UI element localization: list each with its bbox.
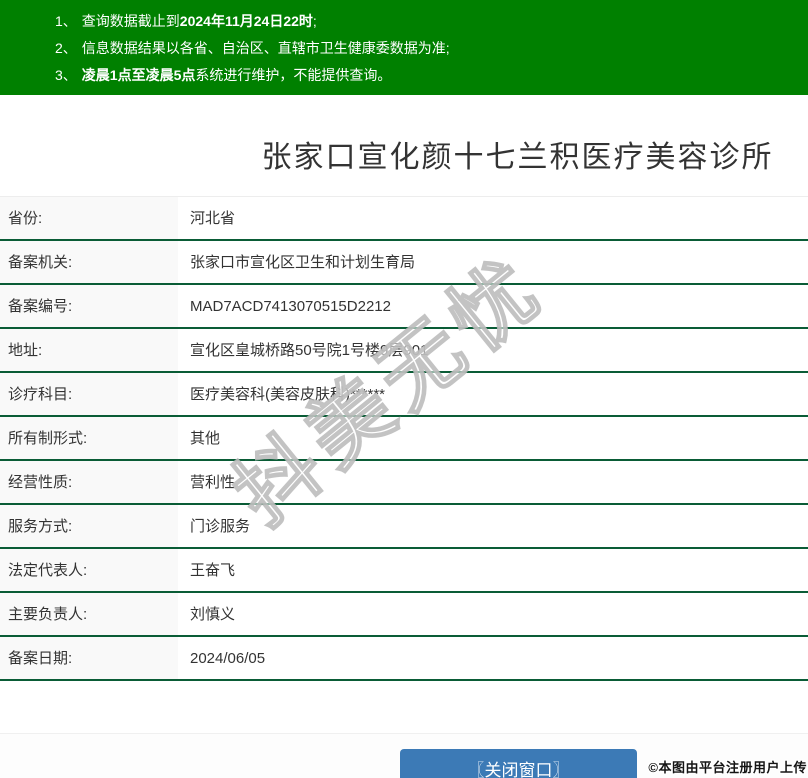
table-row-record-agency: 备案机关: 张家口市宣化区卫生和计划生育局 xyxy=(0,241,808,285)
main-content: 张家口宣化颜十七兰积医疗美容诊所 省份: 河北省 备案机关: 张家口市宣化区卫生… xyxy=(0,132,808,681)
notice-item: 2、 信息数据结果以各省、自治区、直辖市卫生健康委数据为准; xyxy=(55,35,808,62)
table-row-principal: 主要负责人: 刘慎义 xyxy=(0,593,808,637)
table-row-ownership-form: 所有制形式: 其他 xyxy=(0,417,808,461)
table-row-legal-representative: 法定代表人: 王奋飞 xyxy=(0,549,808,593)
institution-info-table: 省份: 河北省 备案机关: 张家口市宣化区卫生和计划生育局 备案编号: MAD7… xyxy=(0,196,808,681)
field-label: 地址: xyxy=(0,329,178,371)
field-value: 王奋飞 xyxy=(190,562,236,579)
notice-text-bold: 凌晨1点至凌晨5点 xyxy=(81,67,196,83)
notice-item: 1、 查询数据截止到2024年11月24日22时; xyxy=(55,8,808,35)
notice-bar: 1、 查询数据截止到2024年11月24日22时; 2、 信息数据结果以各省、自治区… xyxy=(0,0,808,95)
table-row-record-number: 备案编号: MAD7ACD7413070515D2212 xyxy=(0,285,808,329)
field-value: 宣化区皇城桥路50号院1号楼9层901 xyxy=(190,342,429,359)
field-label: 主要负责人: xyxy=(0,593,178,635)
page-title: 张家口宣化颜十七兰积医疗美容诊所 xyxy=(261,141,774,174)
field-label: 服务方式: xyxy=(0,505,178,547)
notice-number: 2、 xyxy=(55,40,77,56)
notice-number: 3、 xyxy=(55,67,77,83)
field-label: 所有制形式: xyxy=(0,417,178,459)
field-label: 备案机关: xyxy=(0,241,178,283)
field-value: 其他 xyxy=(190,430,221,447)
query-result-page: { "notice_bar": { "notices": [ { "num": … xyxy=(0,0,808,778)
notice-text: 信息数据结果以各省、自治区、直辖市卫生健康委数据为准; xyxy=(81,40,450,56)
close-window-button[interactable]: 〖关闭窗口〗 xyxy=(400,749,637,778)
field-label: 诊疗科目: xyxy=(0,373,178,415)
table-row-departments: 诊疗科目: 医疗美容科(美容皮肤科)****** xyxy=(0,373,808,417)
notice-text: 系统进行维护，不能提供查询。 xyxy=(195,67,392,83)
field-value: 刘慎义 xyxy=(190,606,236,623)
field-value: 医疗美容科(美容皮肤科)****** xyxy=(190,386,386,403)
field-value: 营利性 xyxy=(190,474,236,491)
field-label: 备案日期: xyxy=(0,637,178,679)
notice-text: ; xyxy=(312,13,317,29)
notice-number: 1、 xyxy=(55,13,77,29)
notice-text: 查询数据截止到 xyxy=(81,13,180,29)
table-row-record-date: 备案日期: 2024/06/05 xyxy=(0,637,808,681)
field-value: MAD7ACD7413070515D2212 xyxy=(190,298,391,315)
field-value: 张家口市宣化区卫生和计划生育局 xyxy=(190,254,416,271)
field-label: 备案编号: xyxy=(0,285,178,327)
field-value: 2024/06/05 xyxy=(190,650,266,667)
field-value: 河北省 xyxy=(190,210,236,227)
field-value: 门诊服务 xyxy=(190,518,251,535)
table-row-province: 省份: 河北省 xyxy=(0,197,808,241)
notice-item: 3、 凌晨1点至凌晨5点系统进行维护，不能提供查询。 xyxy=(55,62,808,89)
field-label: 经营性质: xyxy=(0,461,178,503)
field-label: 法定代表人: xyxy=(0,549,178,591)
table-row-service-mode: 服务方式: 门诊服务 xyxy=(0,505,808,549)
field-label: 省份: xyxy=(0,197,178,239)
platform-upload-stamp: ©本图由平台注册用户上传 xyxy=(648,760,807,775)
table-row-address: 地址: 宣化区皇城桥路50号院1号楼9层901 xyxy=(0,329,808,373)
notice-text-bold: 2024年11月24日22时 xyxy=(179,13,313,29)
table-row-operation-nature: 经营性质: 营利性 xyxy=(0,461,808,505)
